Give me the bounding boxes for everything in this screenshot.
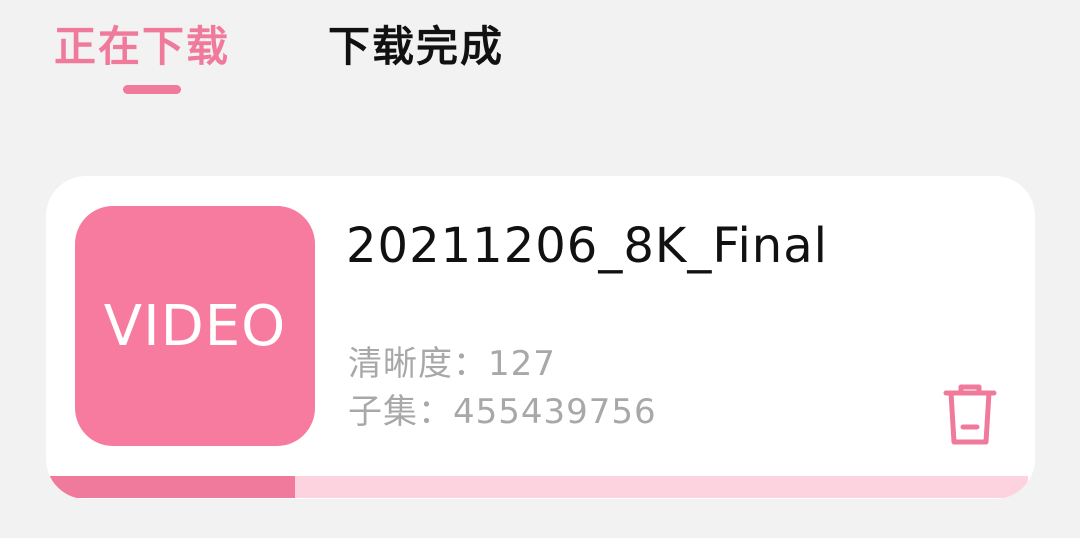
resolution-label: 清晰度：: [348, 344, 488, 384]
trash-icon: [943, 384, 997, 445]
download-progress-fill: [50, 476, 295, 498]
download-progress-track: [50, 476, 1028, 498]
download-title: 20211206_8K_Final: [346, 218, 828, 274]
download-item-card[interactable]: VIDEO 20211206_8K_Final 清晰度：127 子集：45543…: [46, 176, 1035, 499]
video-thumbnail: VIDEO: [75, 206, 315, 446]
episode-value: 455439756: [453, 392, 657, 432]
resolution-value: 127: [488, 344, 556, 384]
resolution-row: 清晰度：127: [348, 342, 556, 386]
thumbnail-label: VIDEO: [103, 293, 287, 359]
episode-label: 子集：: [348, 392, 453, 432]
tab-downloading[interactable]: 正在下载: [54, 20, 230, 74]
tab-downloaded[interactable]: 下载完成: [328, 20, 504, 74]
delete-button[interactable]: [938, 380, 1002, 450]
download-tabs: 正在下载 下载完成: [0, 0, 1080, 110]
active-tab-indicator: [123, 85, 181, 94]
episode-row: 子集：455439756: [348, 390, 657, 434]
